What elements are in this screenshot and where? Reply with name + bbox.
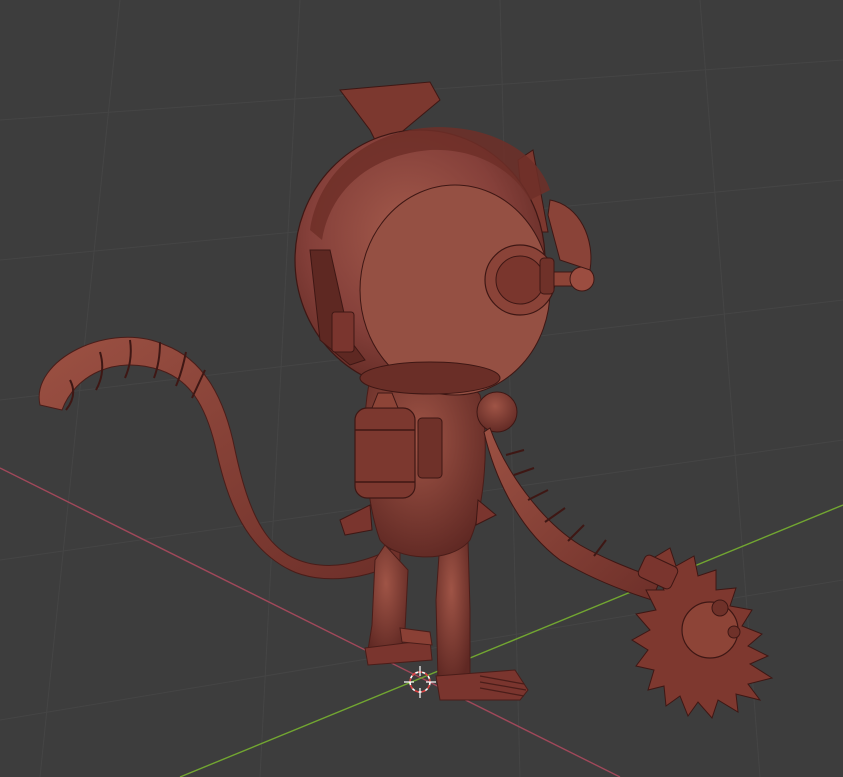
saw-blade[interactable] bbox=[631, 547, 774, 719]
left-leg[interactable] bbox=[364, 544, 433, 666]
right-arm[interactable] bbox=[476, 391, 661, 601]
3d-viewport[interactable] bbox=[0, 0, 843, 777]
viewport-scene[interactable] bbox=[0, 0, 843, 777]
3d-cursor-icon[interactable] bbox=[404, 666, 436, 698]
head[interactable] bbox=[294, 81, 595, 396]
